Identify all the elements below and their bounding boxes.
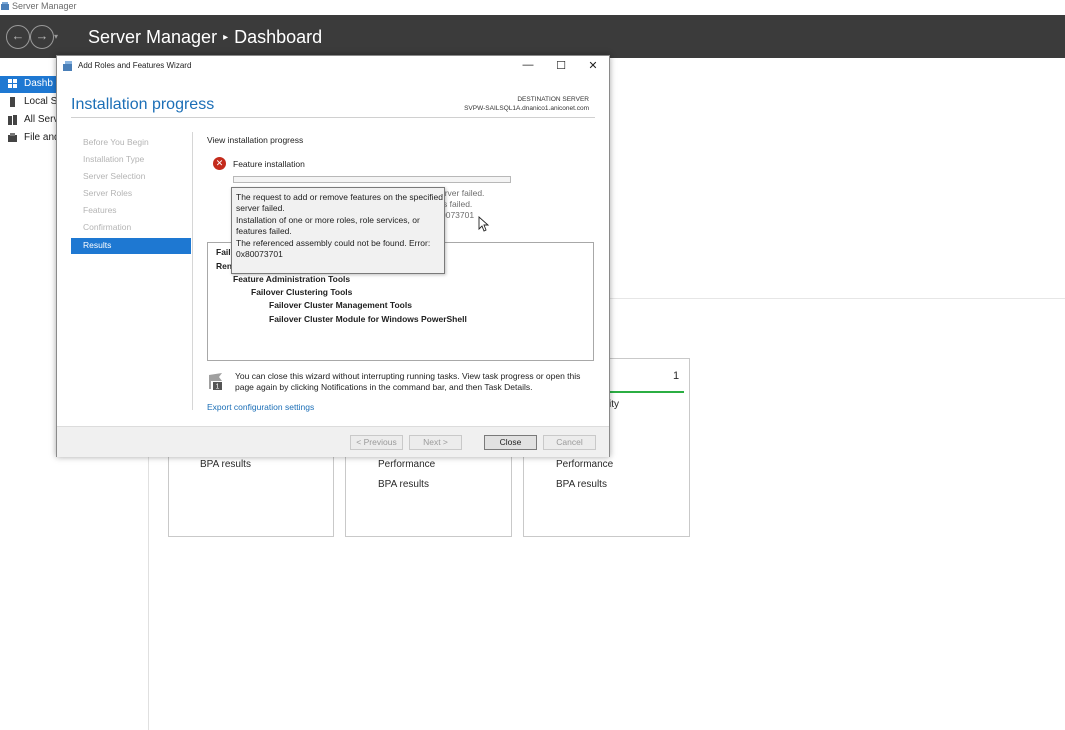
add-roles-wizard-dialog: Add Roles and Features Wizard — ☐ ✕ Inst… [56, 55, 610, 457]
minimize-icon[interactable]: — [515, 59, 541, 73]
wizard-app-icon [63, 61, 72, 71]
step-installation-type: Installation Type [71, 152, 191, 168]
arrow-left-icon: ← [11, 28, 25, 43]
tile-link-bpa[interactable]: BPA results [556, 479, 607, 490]
sidebar-item-label: Dashb [24, 78, 53, 89]
dashboard-icon [8, 79, 17, 88]
previous-button[interactable]: < Previous [350, 435, 403, 450]
header-divider [71, 117, 595, 118]
app-header: ← → ▾ Server Manager ▸ Dashboard [0, 15, 1065, 58]
step-server-roles: Server Roles [71, 186, 191, 202]
sidebar-item-label: File and [24, 132, 60, 143]
forward-button[interactable]: → [30, 25, 54, 49]
close-note-text: You can close this wizard without interr… [235, 371, 581, 381]
note-badge: 1 [216, 384, 220, 391]
steps-divider [192, 132, 193, 410]
error-tooltip: The request to add or remove features on… [231, 187, 445, 274]
all-servers-icon [8, 115, 17, 125]
step-label: Results [83, 240, 112, 250]
step-label: Server Roles [83, 188, 133, 198]
server-manager-app-icon [1, 2, 9, 10]
close-icon[interactable]: ✕ [580, 59, 606, 73]
tile-count: 1 [673, 370, 680, 382]
status-text: 0073701 [441, 210, 475, 220]
step-before-you-begin: Before You Begin [71, 135, 191, 151]
breadcrumb: Server Manager ▸ Dashboard [88, 27, 322, 48]
destination-server-name: SVPW-SAILSQL1A.dnanico1.aniconet.com [464, 105, 589, 112]
installation-progress-bar [233, 176, 511, 183]
step-results[interactable]: Results [71, 238, 191, 254]
dialog-footer: < Previous Next > Close Cancel [57, 426, 609, 457]
result-item: Failover Clustering Tools [251, 287, 353, 297]
status-text: s failed. [443, 199, 473, 209]
tooltip-line: The request to add or remove features on… [236, 192, 443, 202]
breadcrumb-separator-icon: ▸ [223, 32, 229, 43]
maximize-icon[interactable]: ☐ [548, 59, 574, 73]
status-text: erver failed. [440, 188, 485, 198]
app-window-title: Server Manager [12, 1, 77, 11]
tile-link-bpa[interactable]: BPA results [378, 479, 429, 490]
tile-status-bar [609, 391, 684, 393]
result-item: Failover Cluster Module for Windows Powe… [269, 314, 467, 324]
next-button[interactable]: Next > [409, 435, 462, 450]
tile-link-bpa[interactable]: BPA results [200, 459, 251, 470]
step-features: Features [71, 203, 191, 219]
tooltip-line: server failed. [236, 203, 285, 213]
dialog-titlebar[interactable]: Add Roles and Features Wizard — ☐ ✕ [57, 56, 609, 77]
export-configuration-link[interactable]: Export configuration settings [207, 402, 314, 412]
mouse-cursor-icon [478, 216, 490, 232]
app-titlebar: Server Manager [0, 0, 1065, 15]
page-heading: Installation progress [71, 96, 215, 113]
tooltip-line: 0x80073701 [236, 249, 283, 259]
tooltip-line: The referenced assembly could not be fou… [236, 238, 431, 248]
result-item: Failover Cluster Management Tools [269, 300, 412, 310]
view-progress-label: View installation progress [207, 135, 304, 145]
step-label: Before You Begin [83, 137, 149, 147]
step-label: Server Selection [83, 171, 146, 181]
result-line: Ren [216, 261, 233, 271]
sidebar-item-label: All Serv [24, 114, 59, 125]
step-label: Confirmation [83, 222, 132, 232]
local-server-icon [10, 97, 15, 107]
page-title: Dashboard [234, 27, 323, 47]
tile-link-partial[interactable]: ity [609, 399, 619, 410]
tooltip-line: features failed. [236, 226, 292, 236]
tile-link-performance[interactable]: Performance [378, 459, 435, 470]
dialog-title: Add Roles and Features Wizard [78, 61, 192, 70]
back-button[interactable]: ← [6, 25, 30, 49]
step-confirmation: Confirmation [71, 220, 191, 236]
result-item: Feature Administration Tools [233, 274, 351, 284]
error-icon: ✕ [213, 157, 226, 170]
file-storage-icon [8, 133, 17, 142]
close-note-text: page again by clicking Notifications in … [235, 382, 533, 392]
feature-installation-status: Feature installation [233, 159, 305, 169]
tooltip-line: Installation of one or more roles, role … [236, 215, 420, 225]
step-label: Installation Type [83, 154, 145, 164]
cancel-button[interactable]: Cancel [543, 435, 596, 450]
close-button[interactable]: Close [484, 435, 537, 450]
destination-server-label: DESTINATION SERVER [517, 96, 589, 103]
breadcrumb-root: Server Manager [88, 27, 218, 47]
step-server-selection: Server Selection [71, 169, 191, 185]
step-label: Features [83, 205, 117, 215]
tile-link-performance[interactable]: Performance [556, 459, 613, 470]
arrow-right-icon: → [35, 28, 49, 43]
history-dropdown-icon[interactable]: ▾ [54, 32, 58, 41]
notification-flag-icon: 1 [209, 373, 222, 391]
